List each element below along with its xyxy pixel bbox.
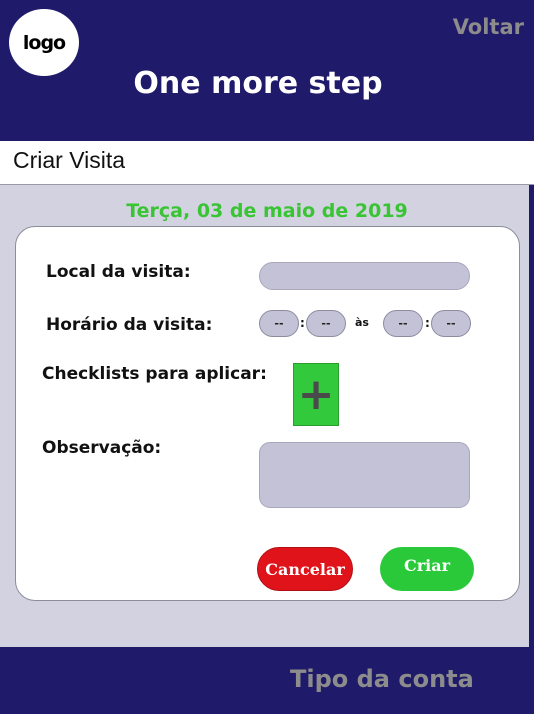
horario-label: Horário da visita: — [46, 315, 213, 335]
end-minute-input[interactable]: -- — [431, 310, 471, 337]
add-checklist-button[interactable]: + — [293, 363, 339, 426]
create-button[interactable]: Criar — [380, 547, 474, 591]
account-type-link[interactable]: Tipo da conta — [290, 665, 474, 693]
section-header: Criar Visita — [0, 141, 534, 185]
local-label: Local da visita: — [46, 262, 191, 282]
start-minute-input[interactable]: -- — [306, 310, 346, 337]
plus-icon: + — [297, 368, 335, 420]
local-input[interactable] — [259, 262, 470, 290]
back-link[interactable]: Voltar — [453, 15, 524, 39]
bottom-bar: Tipo da conta — [0, 647, 534, 714]
checklists-label: Checklists para aplicar: — [42, 364, 267, 384]
time-between-label: às — [355, 316, 369, 329]
end-hour-input[interactable]: -- — [383, 310, 423, 337]
right-edge-bar — [529, 0, 534, 714]
top-bar: logo Voltar One more step — [0, 0, 534, 141]
observacao-label: Observação: — [42, 438, 162, 458]
page-title: One more step — [133, 66, 383, 101]
visit-date: Terça, 03 de maio de 2019 — [126, 200, 408, 222]
start-hour-input[interactable]: -- — [259, 310, 299, 337]
logo-text: logo — [22, 31, 66, 54]
start-time-colon: : — [300, 316, 305, 330]
section-title: Criar Visita — [13, 147, 126, 173]
observacao-textarea[interactable] — [259, 442, 470, 508]
cancel-button[interactable]: Cancelar — [257, 547, 353, 591]
end-time-colon: : — [425, 316, 430, 330]
